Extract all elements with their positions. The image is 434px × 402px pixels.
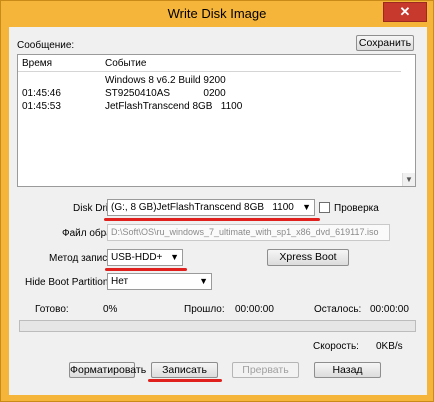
remaining-value: 00:00:00: [370, 304, 409, 315]
log-row-event: ST9250410AS 0200: [105, 88, 226, 99]
done-value: 0%: [103, 304, 118, 315]
column-header-time[interactable]: Время: [22, 58, 52, 69]
scroll-down-button[interactable]: ▼: [402, 173, 415, 186]
log-row-event: JetFlashTranscend 8GB 1100: [105, 101, 243, 112]
verify-checkbox[interactable]: [319, 202, 330, 213]
verify-label: Проверка: [334, 203, 379, 214]
messages-label: Сообщение:: [17, 40, 75, 51]
xpress-boot-button[interactable]: Xpress Boot: [267, 249, 349, 266]
write-button[interactable]: Записать: [151, 362, 218, 378]
close-button[interactable]: ✕: [383, 2, 427, 22]
highlight-underline: [105, 268, 187, 271]
title-bar[interactable]: Write Disk Image ✕: [1, 1, 433, 27]
elapsed-value: 00:00:00: [235, 304, 274, 315]
image-file-field[interactable]: D:\Soft\OS\ru_windows_7_ultimate_with_sp…: [107, 224, 390, 241]
write-disk-image-window: Write Disk Image ✕ Сообщение: Сохранить …: [0, 0, 434, 402]
header-divider: [18, 71, 401, 72]
close-icon: ✕: [399, 4, 411, 19]
write-method-label: Метод записи:: [49, 253, 116, 264]
write-method-value: USB-HDD+: [111, 252, 163, 263]
chevron-down-icon: ▼: [405, 175, 413, 184]
hide-boot-label: Hide Boot Partition:: [25, 277, 112, 288]
log-row-event: Windows 8 v6.2 Build 9200: [105, 75, 226, 86]
dropdown-arrow-icon: ▼: [170, 252, 179, 262]
window-title: Write Disk Image: [167, 6, 267, 21]
column-header-event[interactable]: Событие: [105, 58, 146, 69]
hide-boot-value: Нет: [111, 276, 129, 287]
message-log[interactable]: Время Событие Windows 8 v6.2 Build 9200 …: [17, 54, 416, 187]
disk-drive-value: (G:, 8 GB)JetFlashTranscend 8GB 1100: [111, 202, 294, 213]
log-row-time: 01:45:53: [22, 101, 61, 112]
save-log-button[interactable]: Сохранить: [356, 35, 414, 51]
dropdown-arrow-icon: ▼: [199, 276, 208, 286]
log-row-time: 01:45:46: [22, 88, 61, 99]
elapsed-label: Прошло:: [184, 304, 225, 315]
disk-drive-select[interactable]: (G:, 8 GB)JetFlashTranscend 8GB 1100 ▼: [107, 199, 315, 216]
back-button[interactable]: Назад: [314, 362, 381, 378]
speed-value: 0KB/s: [376, 341, 403, 352]
hide-boot-select[interactable]: Нет ▼: [107, 273, 212, 290]
write-progress-bar: [19, 320, 416, 332]
highlight-underline: [148, 379, 222, 382]
dropdown-arrow-icon: ▼: [302, 202, 311, 212]
write-method-select[interactable]: USB-HDD+ ▼: [107, 249, 183, 266]
highlight-underline: [104, 218, 320, 221]
abort-button[interactable]: Прервать: [232, 362, 299, 378]
dialog-body: Сообщение: Сохранить Время Событие Windo…: [9, 27, 427, 395]
done-label: Готово:: [35, 304, 69, 315]
remaining-label: Осталось:: [314, 304, 362, 315]
format-button[interactable]: Форматировать: [69, 362, 146, 378]
speed-label: Скорость:: [313, 341, 359, 352]
